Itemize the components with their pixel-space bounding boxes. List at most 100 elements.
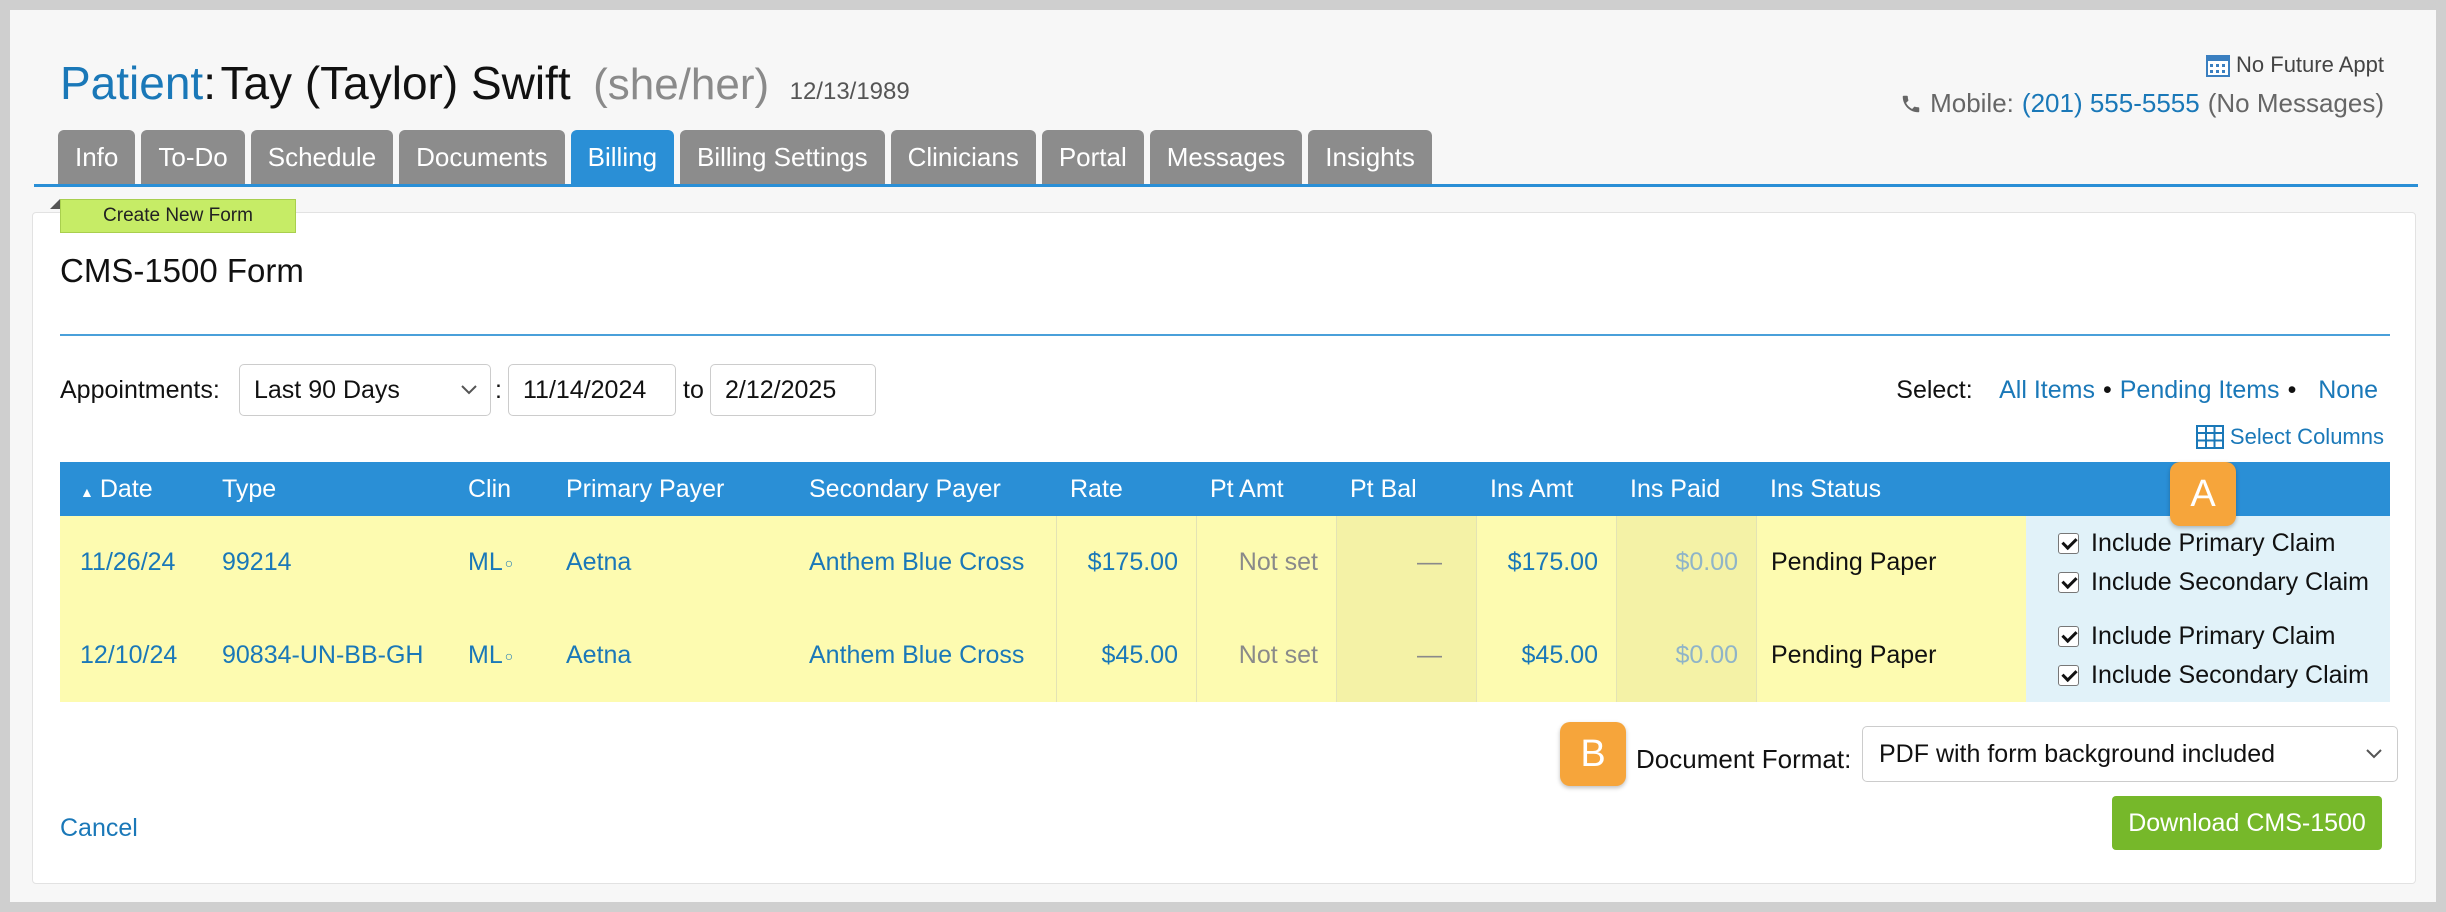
select-pending-link[interactable]: Pending Items xyxy=(2120,376,2280,404)
appointments-label: Appointments: xyxy=(60,376,220,404)
row-pt-bal: — xyxy=(1336,609,1476,702)
table-row[interactable]: 12/10/24 90834-UN-BB-GH ML ○ Aetna Anthem… xyxy=(60,609,2390,702)
tab-insights[interactable]: Insights xyxy=(1308,130,1432,184)
document-format-label: Document Format: xyxy=(1636,744,1852,774)
chevron-down-icon xyxy=(460,365,478,433)
mobile-number-link[interactable]: (201) 555-5555 xyxy=(2022,88,2200,119)
messages-note: (No Messages) xyxy=(2207,88,2384,118)
column-header-rate[interactable]: Rate xyxy=(1070,462,1123,516)
patient-colon: : xyxy=(203,57,216,109)
clinician-status-icon: ○ xyxy=(504,647,514,664)
row-type-link[interactable]: 99214 xyxy=(222,516,292,609)
sort-ascending-icon: ▲ xyxy=(80,484,94,500)
row-primary-payer-link[interactable]: Aetna xyxy=(566,516,632,609)
document-format-select[interactable]: PDF with form background included xyxy=(1862,726,2398,782)
row-clinician[interactable]: ML ○ xyxy=(468,516,514,609)
row-ins-amt[interactable]: $45.00 xyxy=(1476,609,1616,702)
checkbox-checked-icon xyxy=(2058,571,2079,593)
tab-underline xyxy=(34,184,2418,187)
include-primary-claim-label: Include Primary Claim xyxy=(2091,528,2336,557)
select-all-link[interactable]: All Items xyxy=(1999,376,2095,404)
tab-portal[interactable]: Portal xyxy=(1041,130,1144,184)
include-secondary-claim-checkbox[interactable]: Include Secondary Claim xyxy=(2058,661,2369,690)
to-date-input[interactable] xyxy=(710,364,876,416)
column-header-pt-amt[interactable]: Pt Amt xyxy=(1210,462,1284,516)
select-none-link[interactable]: None xyxy=(2318,376,2378,404)
create-new-form-button[interactable]: Create New Form xyxy=(60,199,296,233)
download-cms1500-button[interactable]: Download CMS-1500 xyxy=(2112,796,2382,850)
bullet-separator: • xyxy=(2287,376,2297,404)
tab-to-do[interactable]: To-Do xyxy=(141,130,245,184)
phone-icon xyxy=(1902,95,1920,112)
create-form-corner xyxy=(50,199,60,209)
column-header-pt-bal[interactable]: Pt Bal xyxy=(1350,462,1417,516)
row-pt-amt[interactable]: Not set xyxy=(1196,516,1336,609)
tab-messages[interactable]: Messages xyxy=(1149,130,1303,184)
select-shortcuts: Select: All Items • Pending Items • None xyxy=(1896,376,2378,405)
clinician-initials: ML xyxy=(468,548,503,576)
tab-billing[interactable]: Billing xyxy=(570,130,675,184)
row-ins-status: Pending Paper xyxy=(1756,516,2026,609)
column-header-ins-amt[interactable]: Ins Amt xyxy=(1490,462,1573,516)
future-appt-indicator[interactable]: No Future Appt xyxy=(2206,52,2384,78)
table-grid-icon xyxy=(2195,425,2224,449)
clinician-initials: ML xyxy=(468,641,503,669)
tab-clinicians[interactable]: Clinicians xyxy=(890,130,1036,184)
patient-label: Patient xyxy=(60,57,204,109)
tab-info[interactable]: Info xyxy=(58,130,136,184)
include-primary-claim-checkbox[interactable]: Include Primary Claim xyxy=(2058,529,2336,558)
column-header-primary-payer[interactable]: Primary Payer xyxy=(566,462,724,516)
date-range-value: Last 90 Days xyxy=(254,376,400,404)
row-claim-options: Include Primary Claim Include Secondary … xyxy=(2026,609,2390,702)
column-header-ins-paid[interactable]: Ins Paid xyxy=(1630,462,1720,516)
clinician-status-icon: ○ xyxy=(504,554,514,571)
to-label: to xyxy=(683,376,704,404)
row-secondary-payer-link[interactable]: Anthem Blue Cross xyxy=(809,609,1025,702)
select-columns-text: Select Columns xyxy=(2229,424,2384,449)
annotation-badge-b: B xyxy=(1560,722,1626,786)
tab-schedule[interactable]: Schedule xyxy=(250,130,394,184)
cancel-link[interactable]: Cancel xyxy=(60,814,138,843)
column-header-secondary-payer[interactable]: Secondary Payer xyxy=(809,462,1001,516)
range-colon: : xyxy=(495,376,502,404)
patient-header: Patient: Tay (Taylor) Swift (she/her) 12… xyxy=(60,56,910,110)
column-header-ins-status[interactable]: Ins Status xyxy=(1770,462,1881,516)
mobile-label: Mobile: xyxy=(1930,88,2014,118)
chevron-down-icon xyxy=(2365,727,2383,801)
row-primary-payer-link[interactable]: Aetna xyxy=(566,609,632,702)
row-secondary-payer-link[interactable]: Anthem Blue Cross xyxy=(809,516,1025,609)
future-appt-text: No Future Appt xyxy=(2236,52,2384,77)
document-format-value: PDF with form background included xyxy=(1879,740,2276,768)
include-secondary-claim-checkbox[interactable]: Include Secondary Claim xyxy=(2058,568,2369,597)
row-ins-paid: $0.00 xyxy=(1616,516,1756,609)
row-type-link[interactable]: 90834-UN-BB-GH xyxy=(222,609,424,702)
row-date-link[interactable]: 11/26/24 xyxy=(80,516,176,609)
row-pt-bal: — xyxy=(1336,516,1476,609)
row-rate[interactable]: $45.00 xyxy=(1056,609,1196,702)
checkbox-checked-icon xyxy=(2058,664,2079,686)
table-row[interactable]: 11/26/24 99214 ML ○ Aetna Anthem Blue Cro… xyxy=(60,516,2390,609)
select-columns-link[interactable]: Select Columns xyxy=(2195,424,2384,450)
from-date-input[interactable] xyxy=(508,364,676,416)
include-primary-claim-label: Include Primary Claim xyxy=(2091,621,2336,650)
title-divider xyxy=(60,334,2390,336)
column-header-date[interactable]: ▲ Date xyxy=(80,462,153,516)
row-date-link[interactable]: 12/10/24 xyxy=(80,609,178,702)
tab-billing-settings[interactable]: Billing Settings xyxy=(680,130,885,184)
row-clinician[interactable]: ML ○ xyxy=(468,609,514,702)
date-range-select[interactable]: Last 90 Days xyxy=(239,364,491,416)
column-header-type[interactable]: Type xyxy=(222,462,276,516)
row-rate[interactable]: $175.00 xyxy=(1056,516,1196,609)
column-header-clin[interactable]: Clin xyxy=(468,462,511,516)
patient-tabs: Info To-Do Schedule Documents Billing Bi… xyxy=(58,130,1432,184)
calendar-icon xyxy=(2206,55,2231,77)
include-secondary-claim-label: Include Secondary Claim xyxy=(2091,660,2369,689)
include-primary-claim-checkbox[interactable]: Include Primary Claim xyxy=(2058,622,2336,651)
row-ins-status: Pending Paper xyxy=(1756,609,2026,702)
patient-name: Tay (Taylor) Swift xyxy=(220,57,571,109)
tab-documents[interactable]: Documents xyxy=(399,130,565,184)
page-title: CMS-1500 Form xyxy=(60,252,304,289)
row-pt-amt[interactable]: Not set xyxy=(1196,609,1336,702)
select-label: Select: xyxy=(1896,376,1973,404)
row-ins-amt[interactable]: $175.00 xyxy=(1476,516,1616,609)
